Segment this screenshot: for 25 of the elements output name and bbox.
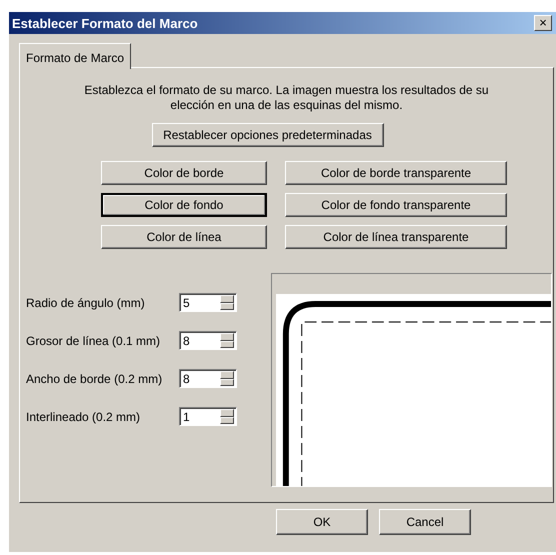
reset-defaults-button[interactable]: Restablecer opciones predeterminadas (152, 123, 384, 147)
spin-arrows-icon[interactable] (220, 371, 234, 386)
tab[interactable]: Formato de Marco (19, 43, 132, 69)
spin-field[interactable]: 8 (179, 369, 237, 388)
color-button[interactable]: Color de borde transparente (285, 161, 507, 185)
color-button[interactable]: Color de fondo (101, 193, 267, 217)
field-label: Radio de ángulo (mm) (26, 296, 146, 310)
spin-arrows-icon[interactable] (220, 333, 234, 348)
color-button[interactable]: Color de línea (101, 225, 267, 249)
spin-field[interactable]: 1 (179, 407, 237, 426)
description-text: Establezca el formato de su marco. La imagen muestra los resultados de su elección en una de las esquinas del mismo. (83, 83, 490, 113)
field-label: Ancho de borde (0.2 mm) (26, 372, 164, 386)
field-label: Grosor de línea (0.1 mm) (26, 334, 162, 348)
field-label: Interlineado (0.2 mm) (26, 410, 142, 424)
dialog-button[interactable]: Cancel (379, 509, 471, 535)
spin-field[interactable]: 8 (179, 331, 237, 350)
window-title: Establecer Formato del Marco (12, 16, 198, 30)
color-button[interactable]: Color de borde (101, 161, 267, 185)
close-button[interactable]: × (534, 15, 552, 31)
color-button[interactable]: Color de línea transparente (285, 225, 507, 249)
dialog-button[interactable]: OK (276, 509, 368, 535)
spin-arrows-icon[interactable] (220, 409, 234, 424)
spin-field[interactable]: 5 (179, 293, 237, 312)
color-button[interactable]: Color de fondo transparente (285, 193, 507, 217)
spin-arrows-icon[interactable] (220, 295, 234, 310)
